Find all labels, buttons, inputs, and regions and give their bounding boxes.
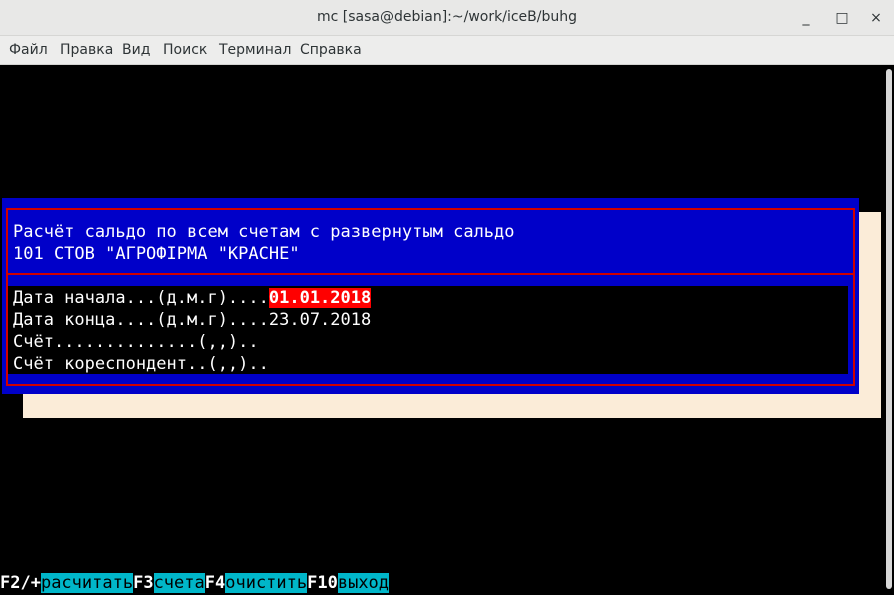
- terminal-scrollbar[interactable]: [882, 65, 894, 595]
- window-title: mc [sasa@debian]:~/work/iceB/buhg: [317, 9, 577, 25]
- field-account[interactable]: Счёт..............(,,)..: [13, 331, 259, 353]
- menu-search[interactable]: Поиск: [163, 42, 207, 58]
- menubar: Файл Правка Вид Поиск Терминал Справка: [0, 36, 894, 65]
- minimize-button[interactable]: _: [796, 8, 816, 28]
- menu-view[interactable]: Вид: [122, 42, 150, 58]
- window-titlebar: mc [sasa@debian]:~/work/iceB/buhg _ □ ×: [0, 0, 894, 36]
- close-button[interactable]: ×: [866, 8, 886, 28]
- field-end-date-value[interactable]: 23.07.2018: [269, 310, 371, 330]
- field-start-date-label: Дата начала...(д.м.г)....: [13, 288, 269, 308]
- field-account-label: Счёт..............(,,)..: [13, 332, 259, 352]
- fkey-f3[interactable]: F3: [133, 573, 154, 593]
- dialog-title-line1: Расчёт сальдо по всем счетам с развернут…: [13, 222, 515, 242]
- fkey-f10-label[interactable]: выход: [337, 573, 390, 593]
- scrollbar-thumb[interactable]: [886, 69, 892, 589]
- fkey-f4[interactable]: F4: [204, 573, 226, 593]
- field-end-date[interactable]: Дата конца....(д.м.г)....23.07.2018: [13, 309, 371, 331]
- fkey-f2-label[interactable]: расчитать: [40, 573, 134, 593]
- menu-file[interactable]: Файл: [9, 42, 48, 58]
- maximize-button[interactable]: □: [832, 8, 852, 28]
- fkey-f2[interactable]: F2/+: [0, 573, 41, 593]
- dialog-title-line2: 101 СТОВ "АГРОФІРМА "КРАСНЕ": [13, 244, 300, 264]
- field-corr-account-label: Счёт кореспондент..(,,)..: [13, 354, 269, 374]
- fkey-f4-label[interactable]: очистить: [225, 573, 308, 593]
- fkey-f10[interactable]: F10: [307, 573, 338, 593]
- field-start-date-value[interactable]: 01.01.2018: [268, 288, 372, 308]
- dialog-shadow-bottom: [23, 394, 881, 418]
- menu-help[interactable]: Справка: [300, 42, 362, 58]
- menu-edit[interactable]: Правка: [60, 42, 113, 58]
- function-key-bar: F2/+расчитатьF3счетаF4очиститьF10выход: [0, 572, 390, 594]
- field-corr-account[interactable]: Счёт кореспондент..(,,)..: [13, 353, 269, 375]
- dialog-shadow-right: [859, 212, 881, 418]
- menu-terminal[interactable]: Терминал: [219, 42, 291, 58]
- dialog-separator: [8, 273, 853, 275]
- field-start-date[interactable]: Дата начала...(д.м.г)....01.01.2018: [13, 287, 372, 309]
- fkey-f3-label[interactable]: счета: [153, 573, 205, 593]
- field-end-date-label: Дата конца....(д.м.г)....: [13, 310, 269, 330]
